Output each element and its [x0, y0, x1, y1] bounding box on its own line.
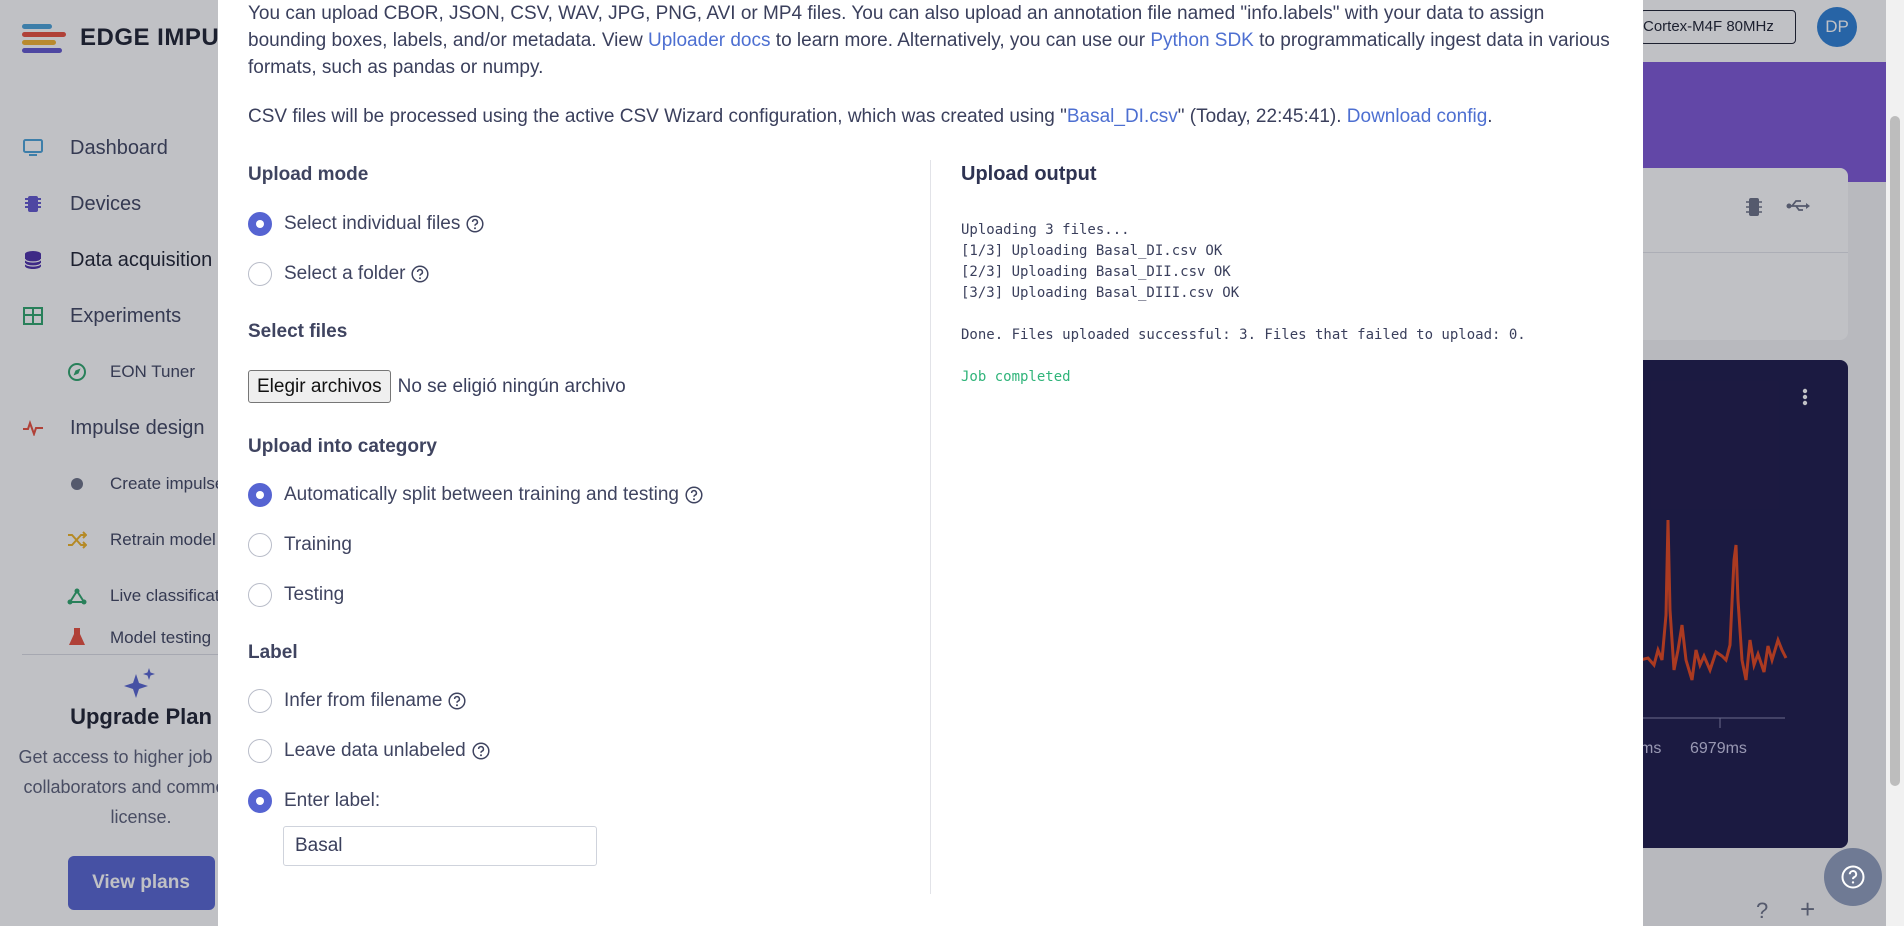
help-circle-icon[interactable]: [411, 265, 430, 283]
radio-label: Leave data unlabeled: [284, 740, 466, 761]
radio-select-folder[interactable]: Select a folder: [248, 262, 430, 286]
radio-label: Enter label:: [284, 790, 381, 811]
help-chat-button[interactable]: [1824, 848, 1882, 906]
help-circle-icon[interactable]: [685, 486, 703, 504]
csv-note-text: CSV files will be processed using the ac…: [248, 106, 1067, 127]
csv-note-text: .: [1487, 106, 1493, 127]
radio-training[interactable]: Training: [248, 533, 352, 557]
csv-note-text: " (Today, 22:45:41).: [1177, 106, 1347, 127]
file-picker: Elegir archivos No se eligió ningún arch…: [248, 370, 626, 403]
radio-button-checked[interactable]: [248, 212, 272, 236]
scrollbar-thumb[interactable]: [1890, 116, 1900, 786]
label-section-title: Label: [248, 642, 298, 663]
radio-button[interactable]: [248, 739, 272, 763]
upload-instructions: You can upload CBOR, JSON, CSV, WAV, JPG…: [248, 0, 1618, 81]
page-scrollbar[interactable]: [1886, 0, 1904, 926]
label-input[interactable]: [283, 826, 597, 866]
choose-files-button[interactable]: Elegir archivos: [248, 370, 391, 403]
radio-label: Select individual files: [284, 213, 461, 234]
csv-wizard-note: CSV files will be processed using the ac…: [248, 106, 1618, 128]
column-divider: [930, 160, 931, 894]
radio-enter-label[interactable]: Enter label:: [248, 789, 380, 813]
log-line: [2/3] Uploading Basal_DII.csv OK: [961, 264, 1231, 280]
csv-source-file-link[interactable]: Basal_DI.csv: [1067, 106, 1178, 127]
log-line: Uploading 3 files...: [961, 222, 1130, 238]
download-config-link[interactable]: Download config: [1347, 106, 1487, 127]
log-line: [1/3] Uploading Basal_DI.csv OK: [961, 243, 1223, 259]
radio-label: Infer from filename: [284, 690, 443, 711]
no-file-chosen-text: No se eligió ningún archivo: [397, 375, 626, 397]
python-sdk-link[interactable]: Python SDK: [1150, 30, 1254, 51]
job-completed-line: Job completed: [961, 369, 1071, 385]
question-circle-icon: [1841, 865, 1865, 889]
radio-button[interactable]: [248, 583, 272, 607]
instructions-text: to learn more. Alternatively, you can us…: [770, 30, 1151, 51]
log-line: [3/3] Uploading Basal_DIII.csv OK: [961, 285, 1240, 301]
radio-button-checked[interactable]: [248, 483, 272, 507]
upload-category-title: Upload into category: [248, 436, 437, 457]
help-circle-icon[interactable]: [472, 742, 490, 760]
radio-infer-from-filename[interactable]: Infer from filename: [248, 689, 466, 713]
radio-testing[interactable]: Testing: [248, 583, 344, 607]
radio-label: Training: [284, 534, 352, 555]
radio-label: Automatically split between training and…: [284, 484, 680, 505]
radio-leave-unlabeled[interactable]: Leave data unlabeled: [248, 739, 490, 763]
radio-auto-split[interactable]: Automatically split between training and…: [248, 483, 703, 507]
help-circle-icon[interactable]: [466, 215, 484, 233]
uploader-docs-link[interactable]: Uploader docs: [648, 30, 771, 51]
radio-button-checked[interactable]: [248, 789, 272, 813]
radio-button[interactable]: [248, 689, 272, 713]
radio-label: Select a folder: [284, 263, 406, 284]
upload-output-title: Upload output: [961, 163, 1097, 185]
upload-mode-title: Upload mode: [248, 164, 369, 185]
radio-button[interactable]: [248, 533, 272, 557]
upload-output-log: Uploading 3 files... [1/3] Uploading Basa…: [961, 220, 1526, 388]
radio-select-individual-files[interactable]: Select individual files: [248, 212, 484, 236]
radio-button[interactable]: [248, 262, 272, 286]
help-circle-icon[interactable]: [448, 692, 466, 710]
select-files-title: Select files: [248, 321, 348, 342]
radio-label: Testing: [284, 584, 345, 605]
log-line: Done. Files uploaded successful: 3. File…: [961, 327, 1526, 343]
upload-data-modal: You can upload CBOR, JSON, CSV, WAV, JPG…: [218, 0, 1643, 926]
